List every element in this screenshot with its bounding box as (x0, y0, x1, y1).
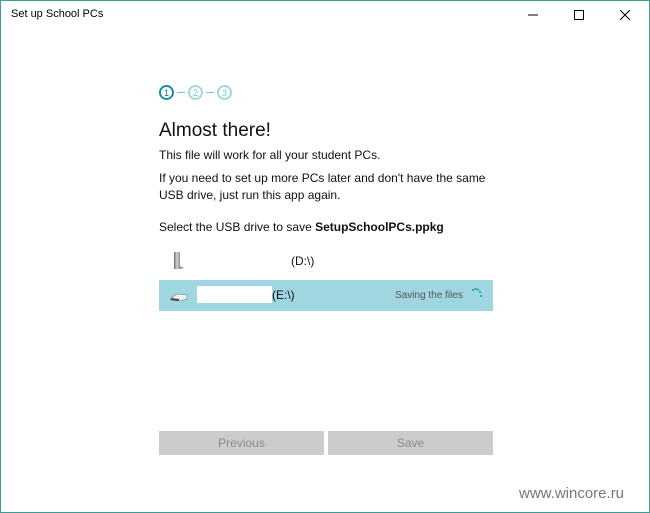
watermark: www.wincore.ru (519, 485, 625, 502)
drive-item-d[interactable]: (D:\) (159, 245, 493, 278)
close-icon (620, 10, 630, 20)
save-button[interactable]: Save (328, 431, 493, 455)
step-connector (177, 92, 185, 93)
title-bar[interactable]: Set up School PCs (1, 1, 649, 31)
maximize-icon (574, 10, 584, 20)
maximize-button[interactable] (556, 1, 602, 29)
step-1: 1 (159, 85, 174, 100)
info-text: This file will work for all your student… (159, 148, 381, 162)
select-drive-instruction: Select the USB drive to save SetupSchool… (159, 220, 444, 234)
step-connector (206, 92, 214, 93)
close-button[interactable] (602, 1, 648, 29)
drive-name-redacted (197, 286, 272, 303)
drive-list: (D:\) (E:\) Saving the files (159, 245, 493, 311)
hint-text: If you need to set up more PCs later and… (159, 171, 486, 202)
saving-status: Saving the files (395, 290, 463, 301)
instruction-text: Select the USB drive to save (159, 220, 316, 234)
app-window: Set up School PCs 1 2 3 Almost there! Th… (0, 0, 650, 513)
usb-stick-icon (174, 252, 184, 269)
usb-drive-icon (170, 293, 188, 302)
package-filename: SetupSchoolPCs.ppkg (315, 220, 444, 234)
window-title: Set up School PCs (11, 8, 104, 20)
step-indicator: 1 2 3 (159, 85, 232, 100)
step-2: 2 (188, 85, 203, 100)
previous-button[interactable]: Previous (159, 431, 324, 455)
drive-letter: (D:\) (291, 254, 315, 268)
drive-letter: (E:\) (272, 288, 295, 302)
progress-spinner-icon (472, 288, 482, 297)
step-3: 3 (217, 85, 232, 100)
page-title: Almost there! (159, 120, 271, 141)
minimize-button[interactable] (510, 1, 556, 29)
drive-item-e[interactable]: (E:\) Saving the files (159, 280, 493, 311)
minimize-icon (528, 14, 538, 16)
